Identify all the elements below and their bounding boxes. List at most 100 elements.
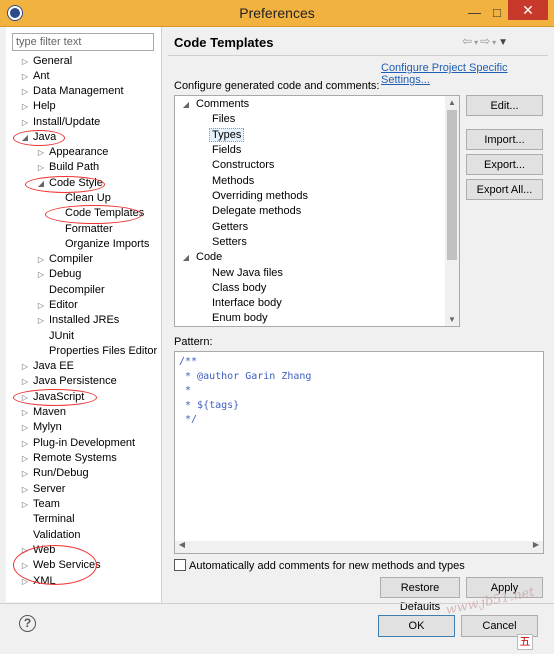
template-item-getters[interactable]: Getters [212,220,248,235]
tree-item-install-update[interactable]: ▷ Install/Update [20,115,100,130]
scroll-down-icon[interactable]: ▼ [445,315,459,324]
tree-item-code-templates[interactable]: Code Templates [65,206,144,221]
expand-icon[interactable]: ▷ [20,84,30,99]
expand-icon[interactable]: ▷ [36,313,46,328]
expand-icon[interactable]: ▷ [36,160,46,175]
template-item-class-body[interactable]: Class body [212,281,266,296]
collapse-icon[interactable]: ◢ [20,130,30,145]
tree-item-run-debug[interactable]: ▷ Run/Debug [20,466,89,481]
tree-item-formatter[interactable]: Formatter [65,222,113,237]
maximize-button[interactable]: □ [493,5,501,20]
tree-item-maven[interactable]: ▷ Maven [20,405,66,420]
view-menu-icon[interactable]: ▼ [498,37,510,48]
expand-icon[interactable]: ▷ [20,436,30,451]
tree-item-clean-up[interactable]: Clean Up [65,191,111,206]
expand-icon[interactable]: ▷ [20,359,30,374]
expand-icon[interactable]: ▷ [20,543,30,558]
tree-item-organize-imports[interactable]: Organize Imports [65,237,149,252]
expand-icon[interactable]: ▷ [20,466,30,481]
tree-item-java-ee[interactable]: ▷ Java EE [20,359,74,374]
apply-button[interactable]: Apply [466,577,543,598]
scroll-left-icon[interactable]: ◀ [176,540,188,549]
pattern-horizontal-scrollbar[interactable]: ◀ ▶ [175,540,543,553]
edit-button[interactable]: Edit... [466,95,543,116]
back-icon[interactable]: ⇦ [462,34,474,48]
template-item-methods[interactable]: Methods [212,174,254,189]
tree-item-xml[interactable]: ▷ XML [20,574,56,589]
tree-item-debug[interactable]: ▷ Debug [36,267,82,282]
scrollbar-thumb[interactable] [447,110,457,260]
expand-icon[interactable]: ▷ [36,252,46,267]
expand-icon[interactable]: ▷ [20,374,30,389]
tree-item-team[interactable]: ▷ Team [20,497,60,512]
ime-icon[interactable]: 五 [517,634,533,650]
export-all-button[interactable]: Export All... [466,179,543,200]
forward-icon[interactable]: ⇨ [480,34,492,48]
scroll-right-icon[interactable]: ▶ [530,540,542,549]
tree-item-web[interactable]: ▷ Web [20,543,56,558]
tree-item-java[interactable]: ◢ Java [20,130,56,145]
minimize-button[interactable]: — [468,5,481,20]
template-item-files[interactable]: Files [212,112,235,127]
export-button[interactable]: Export... [466,154,543,175]
expand-icon[interactable]: ▷ [36,145,46,160]
collapse-icon[interactable]: ◢ [181,250,191,265]
tree-item-web-services[interactable]: ▷ Web Services [20,558,101,573]
expand-icon[interactable]: ▷ [20,54,30,69]
tree-item-junit[interactable]: JUnit [49,329,74,344]
close-button[interactable]: ✕ [508,0,548,20]
expand-icon[interactable]: ▷ [20,390,30,405]
tree-item-remote-systems[interactable]: ▷ Remote Systems [20,451,117,466]
tree-item-help[interactable]: ▷ Help [20,99,56,114]
auto-comments-checkbox[interactable] [174,559,186,571]
scroll-up-icon[interactable]: ▲ [445,98,459,107]
expand-icon[interactable]: ▷ [20,420,30,435]
filter-input[interactable] [12,33,154,51]
template-item-setters[interactable]: Setters [212,235,247,250]
template-item-overriding-methods[interactable]: Overriding methods [212,189,308,204]
tree-item-data-management[interactable]: ▷ Data Management [20,84,124,99]
tree-item-compiler[interactable]: ▷ Compiler [36,252,93,267]
expand-icon[interactable]: ▷ [20,451,30,466]
tree-item-code-style[interactable]: ◢ Code Style [36,176,103,191]
template-item-types[interactable]: Types [209,128,245,143]
tree-item-terminal[interactable]: Terminal [33,512,75,527]
template-item-interface-body[interactable]: Interface body [212,296,282,311]
restore-defaults-button[interactable]: Restore Defaults [380,577,460,613]
expand-icon[interactable]: ▷ [20,482,30,497]
tree-item-java-persistence[interactable]: ▷ Java Persistence [20,374,117,389]
template-item-constructors[interactable]: Constructors [212,158,274,173]
tree-item-plugin-development[interactable]: ▷ Plug-in Development [20,436,135,451]
template-item-fields[interactable]: Fields [212,143,241,158]
tree-item-ant[interactable]: ▷ Ant [20,69,50,84]
tree-item-mylyn[interactable]: ▷ Mylyn [20,420,62,435]
pattern-content[interactable]: /** * @author Garin Zhang * * ${tags} */ [175,352,543,431]
tree-item-editor[interactable]: ▷ Editor [36,298,78,313]
collapse-icon[interactable]: ◢ [36,176,46,191]
expand-icon[interactable]: ▷ [20,558,30,573]
expand-icon[interactable]: ▷ [20,574,30,589]
configure-project-settings-link[interactable]: Configure Project Specific Settings... [381,62,554,86]
expand-icon[interactable]: ▷ [20,99,30,114]
tree-item-properties-files-editor[interactable]: Properties Files Editor [49,344,157,359]
expand-icon[interactable]: ▷ [20,69,30,84]
tree-item-appearance[interactable]: ▷ Appearance [36,145,108,160]
tree-item-installed-jres[interactable]: ▷ Installed JREs [36,313,119,328]
expand-icon[interactable]: ▷ [20,405,30,420]
ok-button[interactable]: OK [378,615,455,637]
template-item-delegate-methods[interactable]: Delegate methods [212,204,301,219]
template-item-new-java-files[interactable]: New Java files [212,266,283,281]
pattern-editor[interactable]: /** * @author Garin Zhang * * ${tags} */… [174,351,544,554]
template-group-comments[interactable]: ◢ Comments [181,97,249,112]
collapse-icon[interactable]: ◢ [181,97,191,112]
tree-item-build-path[interactable]: ▷ Build Path [36,160,99,175]
templates-scrollbar[interactable]: ▲ ▼ [445,96,459,326]
tree-item-general[interactable]: ▷ General [20,54,72,69]
auto-comments-option[interactable]: Automatically add comments for new metho… [174,559,465,573]
import-button[interactable]: Import... [466,129,543,150]
expand-icon[interactable]: ▷ [36,298,46,313]
template-group-code[interactable]: ◢ Code [181,250,222,265]
tree-item-decompiler[interactable]: Decompiler [49,283,105,298]
template-item-enum-body[interactable]: Enum body [212,311,268,326]
tree-item-server[interactable]: ▷ Server [20,482,65,497]
